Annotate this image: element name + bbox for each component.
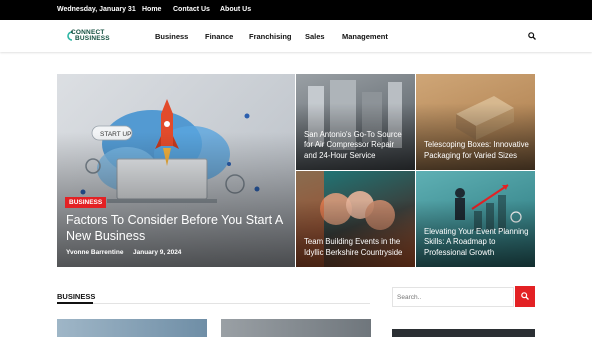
nav-item-finance[interactable]: Finance — [205, 32, 233, 41]
top-bar: Wednesday, January 31 Home Contact Us Ab… — [0, 0, 592, 20]
featured-card-team-building[interactable]: Team Building Events in the Idyllic Berk… — [296, 171, 415, 267]
logo-line-2: BUSINESS — [75, 35, 110, 42]
search-icon[interactable] — [528, 32, 536, 40]
nav-item-sales[interactable]: Sales — [305, 32, 325, 41]
current-date: Wednesday, January 31 — [57, 6, 136, 13]
card-title[interactable]: Elevating Your Event Planning Skills: A … — [424, 227, 529, 259]
featured-card-event-planning[interactable]: Elevating Your Event Planning Skills: A … — [416, 171, 535, 267]
post-author[interactable]: Yvonne Barrentine — [66, 249, 123, 257]
search-button[interactable] — [515, 286, 535, 307]
nav-item-business[interactable]: Business — [155, 32, 188, 41]
sidebar-widget-header — [392, 329, 535, 337]
nav-item-franchising[interactable]: Franchising — [249, 32, 292, 41]
featured-title[interactable]: Factors To Consider Before You Start A N… — [66, 212, 291, 244]
search-icon — [521, 292, 529, 300]
post-date: January 9, 2024 — [133, 249, 182, 256]
featured-card-air-compressor[interactable]: San Antonio's Go-To Source for Air Compr… — [296, 74, 415, 170]
section-divider — [57, 303, 370, 304]
featured-main-card[interactable]: START UP BUSINESS Factors To Consider Be… — [57, 74, 295, 267]
post-thumbnail[interactable] — [57, 319, 207, 337]
section-title: BUSINESS — [57, 292, 96, 301]
featured-grid: START UP BUSINESS Factors To Consider Be… — [57, 74, 535, 267]
nav-item-management[interactable]: Management — [342, 32, 388, 41]
post-thumbnail[interactable] — [221, 319, 371, 337]
top-link-contact[interactable]: Contact Us — [173, 6, 210, 14]
card-title[interactable]: Team Building Events in the Idyllic Berk… — [304, 237, 409, 258]
search-input[interactable] — [393, 288, 513, 306]
card-title[interactable]: Telescoping Boxes: Innovative Packaging … — [424, 140, 529, 161]
featured-card-telescoping-boxes[interactable]: Telescoping Boxes: Innovative Packaging … — [416, 74, 535, 170]
section-divider-accent — [57, 302, 93, 304]
main-nav: CONNECT BUSINESS Business Finance Franch… — [0, 20, 592, 52]
top-link-home[interactable]: Home — [142, 6, 161, 14]
category-badge[interactable]: BUSINESS — [65, 197, 107, 208]
top-link-about[interactable]: About Us — [220, 6, 251, 14]
site-logo[interactable]: CONNECT BUSINESS — [66, 28, 116, 44]
card-title[interactable]: San Antonio's Go-To Source for Air Compr… — [304, 130, 409, 162]
sidebar-search — [392, 287, 514, 307]
